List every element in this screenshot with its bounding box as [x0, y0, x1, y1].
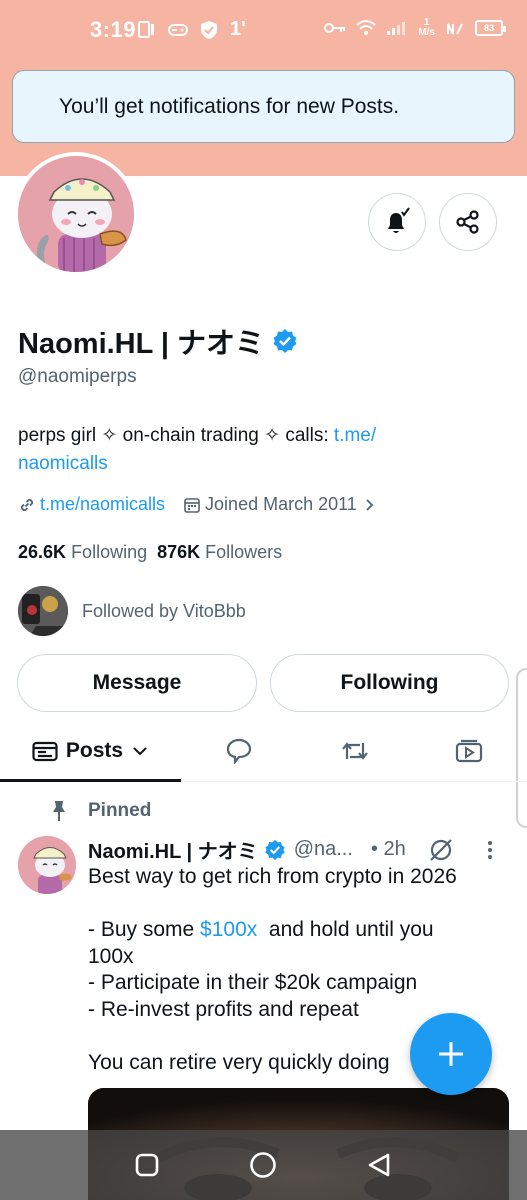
post-header: Naomi.HL | ナオミ @na... • 2h: [88, 835, 513, 864]
tab-posts[interactable]: Posts: [0, 722, 181, 782]
profile-handle: @naomiperps: [18, 366, 137, 387]
joined-text: Joined March 2011: [205, 494, 357, 514]
mobile-data-icon: [447, 23, 463, 35]
gallery-icon: [138, 20, 154, 38]
display-name: Naomi.HL | ナオミ: [18, 328, 265, 360]
following-stat[interactable]: 26.6K Following: [18, 542, 147, 563]
shield-icon: [201, 20, 217, 39]
notifications-bell-button[interactable]: [368, 193, 426, 251]
toast-text: You’ll get notifications for new Posts.: [59, 94, 400, 118]
calendar-icon: [184, 497, 200, 513]
cashtag-link[interactable]: $100x: [200, 918, 257, 941]
pinned-label: Pinned: [88, 800, 152, 821]
follower-avatar: [18, 586, 68, 636]
post-author-handle: @na...: [293, 838, 353, 860]
followed-by-text: Followed by VitoBbb: [82, 600, 246, 621]
tab-posts-label: Posts: [65, 739, 124, 762]
pinned-indicator: Pinned: [52, 800, 151, 822]
repost-icon: [342, 742, 368, 760]
post-line: - Buy some $100x and hold until you: [88, 918, 434, 941]
reply-bubble-icon: [226, 738, 252, 764]
status-bar: 3:19 1' 1 M/s 83: [0, 0, 527, 60]
post-author-name[interactable]: Naomi.HL | ナオミ: [88, 835, 258, 864]
joined-date[interactable]: Joined March 2011: [183, 494, 377, 515]
post-line: - Participate in their $20k campaign: [88, 971, 418, 994]
system-navigation-bar: [0, 1130, 527, 1200]
bio-text: perps girl ✧ on-chain trading ✧ calls:: [18, 425, 334, 446]
post-line: Best way to get rich from crypto in 2026: [88, 865, 457, 888]
signal-label: 1': [230, 18, 246, 40]
chevron-right-icon: [366, 498, 374, 511]
back-icon[interactable]: [366, 1151, 394, 1179]
battery-icon: 83: [475, 20, 506, 36]
net-speed: 1 M/s: [418, 17, 435, 38]
key-icon: [324, 23, 346, 33]
message-button[interactable]: Message: [17, 654, 257, 712]
chevron-down-icon: [133, 747, 147, 756]
gamepad-icon: [168, 23, 188, 36]
wifi-icon: [356, 20, 376, 35]
posts-icon: [32, 741, 58, 762]
pin-icon: [53, 801, 65, 821]
tab-replies[interactable]: [208, 722, 270, 780]
verified-badge-icon: [264, 839, 285, 860]
post-line: 100x: [88, 944, 134, 968]
home-icon[interactable]: [248, 1150, 278, 1180]
profile-avatar[interactable]: [14, 152, 138, 276]
tab-videos[interactable]: [438, 722, 500, 780]
followed-by-row[interactable]: Followed by VitoBbb: [18, 586, 246, 636]
recent-apps-icon[interactable]: [134, 1152, 160, 1178]
website-text: t.me/naomicalls: [40, 494, 166, 514]
profile-meta: t.me/naomicalls Joined March 2011: [18, 494, 395, 515]
followers-stat[interactable]: 876K Followers: [157, 542, 282, 563]
share-button[interactable]: [439, 193, 497, 251]
verified-badge-icon: [273, 329, 297, 353]
more-options-icon[interactable]: [486, 839, 494, 861]
active-tab-indicator: [0, 779, 181, 782]
plus-icon: [439, 1042, 463, 1066]
notification-toast: You’ll get notifications for new Posts.: [12, 70, 515, 143]
post-timestamp: • 2h: [370, 838, 406, 860]
status-time: 3:19: [90, 17, 137, 42]
profile-name-row: Naomi.HL | ナオミ: [18, 320, 298, 362]
post-author-avatar[interactable]: [18, 836, 76, 894]
video-icon: [455, 739, 483, 763]
following-button[interactable]: Following: [270, 654, 509, 712]
profile-tabs: Posts: [0, 722, 527, 782]
cat-avatar-illustration: [18, 156, 134, 272]
profile-bio: perps girl ✧ on-chain trading ✧ calls: t…: [18, 422, 498, 478]
compose-post-button[interactable]: [410, 1013, 492, 1095]
grok-icon[interactable]: [428, 837, 454, 863]
website-link[interactable]: t.me/naomicalls: [18, 494, 165, 515]
follow-stats: 26.6K Following 876K Followers: [18, 542, 282, 563]
bell-check-icon: [388, 207, 410, 233]
signal-bars-icon: [387, 22, 406, 35]
share-icon: [456, 210, 479, 234]
tab-reposts[interactable]: [324, 722, 386, 780]
link-icon: [21, 498, 33, 511]
